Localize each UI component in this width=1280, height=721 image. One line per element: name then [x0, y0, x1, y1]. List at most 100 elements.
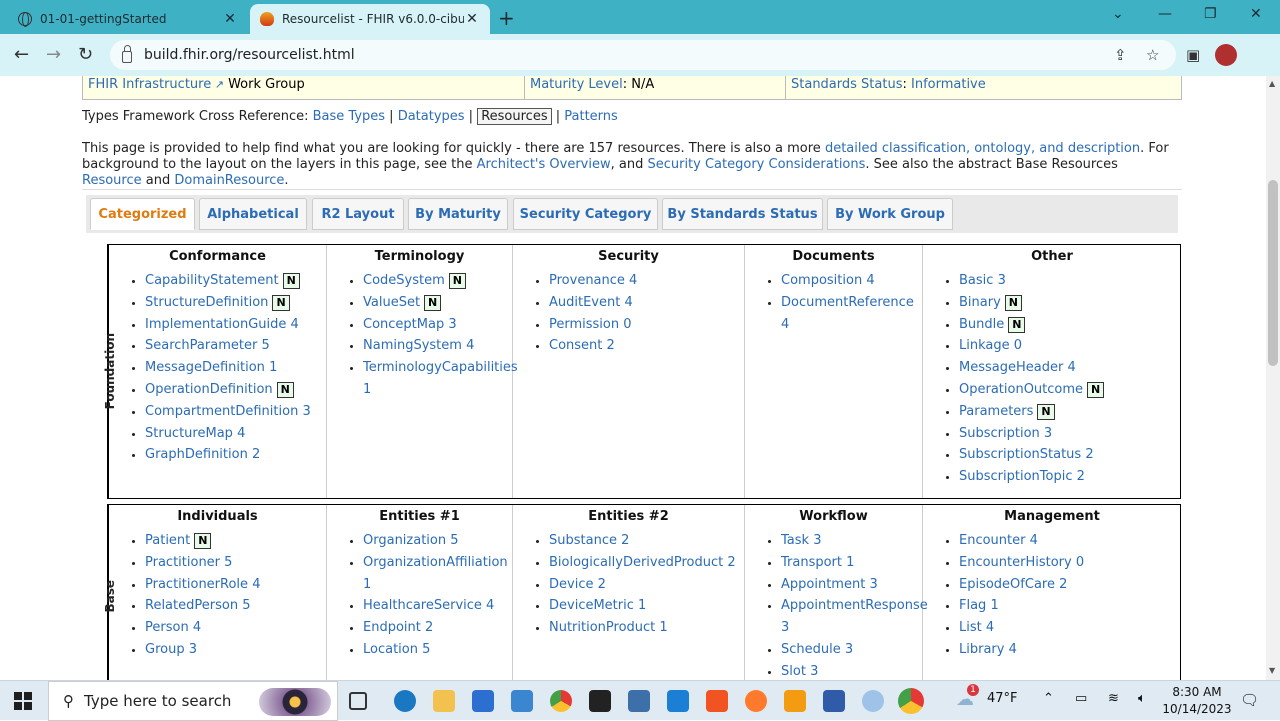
resource-link[interactable]: Organization — [363, 533, 446, 548]
resource-link[interactable]: AuditEvent — [549, 295, 620, 310]
classification-link[interactable]: detailed classification, ontology, and d… — [825, 141, 1140, 156]
resource-link[interactable]: Encounter — [959, 533, 1025, 548]
volume-icon[interactable]: 🔈︎ — [1138, 691, 1146, 706]
resource-link[interactable]: Consent — [549, 338, 602, 353]
terminal-icon[interactable] — [589, 690, 611, 712]
resource-link[interactable]: Person — [145, 620, 189, 635]
weather-temp[interactable]: 47°F — [987, 691, 1018, 706]
python-icon[interactable] — [628, 690, 650, 712]
resource-link[interactable]: Flag — [959, 598, 986, 613]
security-considerations-link[interactable]: Security Category Considerations — [647, 157, 865, 172]
maturity-level[interactable]: 4 — [486, 598, 494, 613]
maturity-level[interactable]: 4 — [1009, 642, 1017, 657]
chrome-profile-icon[interactable] — [898, 688, 924, 714]
close-icon[interactable]: ✕ — [222, 11, 238, 27]
resource-link[interactable]: RelatedPerson — [145, 598, 238, 613]
sublime-icon[interactable] — [784, 690, 806, 712]
maturity-level[interactable]: 4 — [866, 273, 874, 288]
maturity-level[interactable]: 3 — [781, 620, 789, 635]
maturity-level[interactable]: 2 — [1085, 447, 1093, 462]
maturity-level[interactable]: 2 — [727, 555, 735, 570]
file-explorer-icon[interactable] — [433, 690, 455, 712]
resource-link[interactable]: MessageDefinition — [145, 360, 265, 375]
maturity-level[interactable]: 3 — [869, 577, 877, 592]
resource-link[interactable]: DeviceMetric — [549, 598, 634, 613]
tab-categorized[interactable]: Categorized — [90, 198, 195, 230]
resource-link[interactable]: Linkage — [959, 338, 1010, 353]
notifications-icon[interactable]: 🗨︎ — [1240, 691, 1259, 709]
maturity-level[interactable]: 1 — [990, 598, 998, 613]
maturity-level[interactable]: 3 — [189, 642, 197, 657]
standards-status-value-link[interactable]: Informative — [911, 77, 986, 92]
maturity-level[interactable]: 3 — [845, 642, 853, 657]
scrollbar-thumb[interactable] — [1268, 180, 1278, 366]
maturity-level[interactable]: 3 — [813, 533, 821, 548]
resource-link[interactable]: ValueSet — [363, 295, 420, 310]
reload-icon[interactable]: ↻ — [78, 44, 93, 65]
datatypes-link[interactable]: Datatypes — [398, 109, 465, 124]
resource-link[interactable]: Schedule — [781, 642, 841, 657]
resource-link[interactable]: SubscriptionStatus — [959, 447, 1081, 462]
resource-link[interactable]: HealthcareService — [363, 598, 482, 613]
maturity-level[interactable]: 2 — [425, 620, 433, 635]
maturity-level[interactable]: 0 — [1014, 338, 1022, 353]
maturity-level[interactable]: 3 — [810, 664, 818, 679]
resource-link[interactable]: ConceptMap — [363, 317, 444, 332]
resource-link[interactable]: NamingSystem — [363, 338, 462, 353]
maturity-level[interactable]: 5 — [242, 598, 250, 613]
profile-avatar[interactable] — [1215, 44, 1237, 66]
maturity-level[interactable]: 1 — [363, 577, 371, 592]
brave-icon[interactable] — [706, 690, 728, 712]
resource-link[interactable]: Appointment — [781, 577, 865, 592]
d-app-icon[interactable] — [862, 690, 884, 712]
resource-link[interactable]: Task — [781, 533, 809, 548]
taskbar-clock[interactable]: 8:30 AM 10/14/2023 — [1162, 684, 1232, 718]
firefox-icon[interactable] — [745, 690, 767, 712]
maturity-level[interactable]: 4 — [237, 426, 245, 441]
meet-now-icon[interactable]: ▭ — [1075, 691, 1087, 706]
maturity-level[interactable]: 3 — [1044, 426, 1052, 441]
bookmark-star-icon[interactable]: ☆ — [1146, 46, 1159, 64]
url-bar[interactable]: build.fhir.org/resourcelist.html — [110, 40, 1176, 70]
maturity-level[interactable]: 5 — [224, 555, 232, 570]
close-icon[interactable]: ✕ — [464, 11, 480, 27]
resource-link[interactable]: Transport — [781, 555, 842, 570]
resource-link[interactable]: CapabilityStatement — [145, 273, 279, 288]
resource-link[interactable]: OrganizationAffiliation — [363, 555, 508, 570]
page-scrollbar[interactable]: ▲ ▼ — [1266, 76, 1280, 680]
resource-link[interactable]: StructureDefinition — [145, 295, 268, 310]
browser-tab-resourcelist[interactable]: Resourcelist - FHIR v6.0.0-cibuild ✕ — [250, 4, 490, 34]
maturity-level[interactable]: 2 — [607, 338, 615, 353]
maturity-level[interactable]: 3 — [448, 317, 456, 332]
maturity-level[interactable]: 2 — [598, 577, 606, 592]
mail-icon[interactable] — [511, 690, 533, 712]
workgroup-link[interactable]: FHIR Infrastructure — [88, 77, 211, 92]
maturity-level[interactable]: 2 — [252, 447, 260, 462]
resource-link[interactable]: Provenance — [549, 273, 625, 288]
scroll-down-icon[interactable]: ▼ — [1269, 666, 1275, 675]
resource-link[interactable]: GraphDefinition — [145, 447, 248, 462]
resource-link[interactable]: Substance — [549, 533, 617, 548]
maturity-level[interactable]: 2 — [1077, 469, 1085, 484]
resource-link[interactable]: TerminologyCapabilities — [363, 360, 518, 375]
resource-link[interactable]: Permission — [549, 317, 619, 332]
resource-link[interactable]: Location — [363, 642, 418, 657]
tab-by-standards-status[interactable]: By Standards Status — [662, 198, 823, 230]
resource-link[interactable]: Patient — [145, 533, 190, 548]
maturity-level[interactable]: 4 — [781, 317, 789, 332]
resource-link[interactable]: EncounterHistory — [959, 555, 1072, 570]
tab-security-category[interactable]: Security Category — [513, 198, 658, 230]
resource-link[interactable]: StructureMap — [145, 426, 233, 441]
chrome-icon[interactable] — [550, 690, 572, 712]
tab-r2-layout[interactable]: R2 Layout — [312, 198, 404, 230]
resource-link[interactable]: Binary — [959, 295, 1001, 310]
maturity-level[interactable]: 4 — [466, 338, 474, 353]
task-view-icon[interactable] — [349, 692, 367, 710]
architects-overview-link[interactable]: Architect's Overview — [477, 157, 611, 172]
base-types-link[interactable]: Base Types — [313, 109, 385, 124]
domainresource-link[interactable]: DomainResource — [174, 173, 284, 188]
maturity-level[interactable]: 1 — [638, 598, 646, 613]
store-icon[interactable] — [472, 690, 494, 712]
restore-button[interactable]: ❐ — [1204, 6, 1217, 22]
resource-link[interactable]: DocumentReference — [781, 295, 914, 310]
